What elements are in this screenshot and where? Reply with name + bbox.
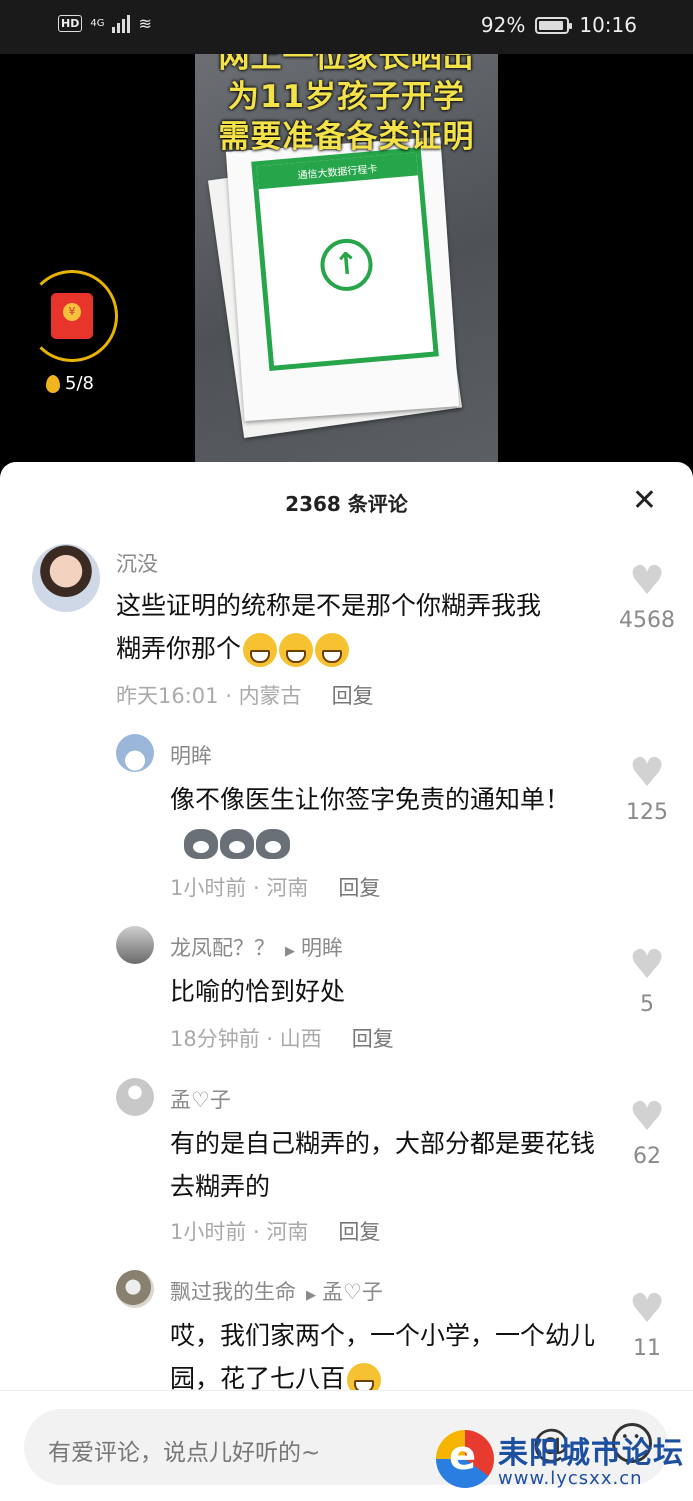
comment-location: 山西: [279, 1027, 322, 1051]
hd-icon: HD: [58, 15, 83, 32]
signal-icon: [112, 14, 131, 33]
dog-emoji-icon: [256, 829, 290, 859]
watermark-title: 耒阳城市论坛: [498, 1436, 684, 1471]
trip-card-image: 通信大数据行程卡 ↑: [251, 146, 439, 372]
battery-icon: [535, 16, 573, 34]
dog-emoji-icon: [184, 829, 218, 859]
reply-target[interactable]: 明眸: [301, 936, 343, 960]
reward-progress-text: 5/8: [65, 373, 94, 394]
comment-text: 有的是自己糊弄的，大部分都是要花钱去糊弄的: [170, 1129, 596, 1201]
like-button[interactable]: ♥ 62: [607, 1094, 687, 1169]
comment-text-content: 像不像医生让你签字免责的通知单！: [170, 785, 571, 814]
comment-time: 18分钟前: [170, 1027, 260, 1051]
heart-icon: ♥: [629, 1094, 665, 1140]
wifi-icon: ≋: [138, 14, 152, 33]
heart-icon: ♥: [629, 942, 665, 988]
comment-input-placeholder: 有爱评论，说点儿好听的~: [48, 1440, 321, 1466]
grin-emoji-icon: [315, 633, 350, 667]
like-button[interactable]: ♥ 4568: [607, 558, 687, 633]
up-arrow-icon: ↑: [318, 236, 375, 294]
status-bar: HD 4G ≋ 92% 10:16: [0, 0, 693, 54]
comment-location: 河南: [266, 876, 309, 900]
heart-icon: ♥: [629, 750, 665, 796]
comment-author[interactable]: 孟♡子: [170, 1084, 231, 1114]
comment-location: 河南: [266, 1220, 309, 1244]
reply-arrow-icon: ▶: [306, 1288, 316, 1303]
comment-meta: 1小时前 · 河南 回复: [170, 1220, 381, 1244]
avatar[interactable]: [116, 734, 154, 772]
grin-emoji-icon: [279, 633, 314, 667]
comment-text-content: 哎，我们家两个，一个小学，一个幼儿园，花了七八百: [170, 1321, 596, 1393]
reply-button[interactable]: 回复: [338, 876, 380, 900]
like-count: 125: [626, 800, 668, 825]
watermark: 耒阳城市论坛 www.lycsxx.cn: [436, 1428, 686, 1494]
dog-emoji-icon: [220, 829, 254, 859]
like-count: 11: [633, 1336, 661, 1361]
video-player[interactable]: 通信大数据行程卡 ↑ 网上一位家长晒出 为11岁孩子开学 需要准备各类证明: [0, 54, 693, 474]
like-button[interactable]: ♥ 5: [607, 942, 687, 1017]
like-count: 4568: [619, 608, 675, 633]
reply-button[interactable]: 回复: [332, 684, 374, 708]
battery-percent: 92%: [480, 13, 526, 37]
clock: 10:16: [579, 13, 637, 37]
heart-icon: ♥: [629, 558, 665, 604]
watermark-logo-icon: [436, 1430, 494, 1488]
avatar[interactable]: [32, 544, 100, 612]
like-count: 5: [640, 992, 654, 1017]
comment-meta: 昨天16:01 · 内蒙古 回复: [116, 684, 374, 708]
reply-target[interactable]: 孟♡子: [322, 1280, 383, 1304]
like-count: 62: [633, 1144, 661, 1169]
grin-emoji-icon: [243, 633, 278, 667]
comment-text: 哎，我们家两个，一个小学，一个幼儿园，花了七八百: [170, 1314, 610, 1400]
reply-arrow-icon: ▶: [285, 944, 295, 959]
close-icon[interactable]: ✕: [632, 486, 657, 516]
comment-count-title: 2368 条评论: [285, 492, 408, 516]
video-caption-line-3: 需要准备各类证明: [218, 119, 475, 155]
network-type: 4G: [90, 18, 105, 29]
comment-author-name[interactable]: 龙凤配？？: [170, 936, 275, 960]
comment-meta: 18分钟前 · 山西 回复: [170, 1027, 394, 1051]
comment-author: 龙凤配？？ ▶ 明眸: [170, 932, 343, 962]
comment-location: 内蒙古: [238, 684, 302, 708]
comment-text: 比喻的恰到好处: [170, 977, 346, 1006]
like-button[interactable]: ♥ 125: [607, 750, 687, 825]
coin-icon: ¥: [63, 303, 81, 321]
comment-text: 这些证明的统称是不是那个你糊弄我我糊弄你那个: [116, 584, 556, 670]
golden-egg-icon: [46, 374, 60, 393]
comment-author: 飘过我的生命 ▶ 孟♡子: [170, 1276, 383, 1306]
red-packet-icon[interactable]: ¥: [51, 293, 93, 339]
comment-text: 像不像医生让你签字免责的通知单！: [170, 778, 590, 864]
like-button[interactable]: ♥ 11: [607, 1286, 687, 1361]
heart-icon: ♥: [629, 1286, 665, 1332]
comment-author[interactable]: 明眸: [170, 740, 212, 770]
comment-author-name[interactable]: 飘过我的生命: [170, 1280, 296, 1304]
video-frame[interactable]: 通信大数据行程卡 ↑ 网上一位家长晒出 为11岁孩子开学 需要准备各类证明: [195, 54, 498, 474]
comment-time: 1小时前: [170, 876, 247, 900]
comment-author[interactable]: 沉没: [116, 548, 158, 578]
comment-time: 昨天16:01: [116, 684, 219, 708]
reward-counter: 5/8: [46, 373, 94, 394]
video-caption-line-2: 为11岁孩子开学: [227, 79, 466, 115]
watermark-url: www.lycsxx.cn: [498, 1468, 643, 1489]
video-caption-line-1: 网上一位家长晒出: [218, 54, 475, 75]
reply-button[interactable]: 回复: [352, 1027, 394, 1051]
comment-sheet: 2368 条评论 ✕ 沉没 这些证明的统称是不是那个你糊弄我我糊弄你那个 昨天1…: [0, 462, 693, 1500]
avatar[interactable]: [116, 1078, 154, 1116]
comment-meta: 1小时前 · 河南 回复: [170, 876, 381, 900]
comment-time: 1小时前: [170, 1220, 247, 1244]
avatar[interactable]: [116, 926, 154, 964]
avatar[interactable]: [116, 1270, 154, 1308]
reply-button[interactable]: 回复: [338, 1220, 380, 1244]
